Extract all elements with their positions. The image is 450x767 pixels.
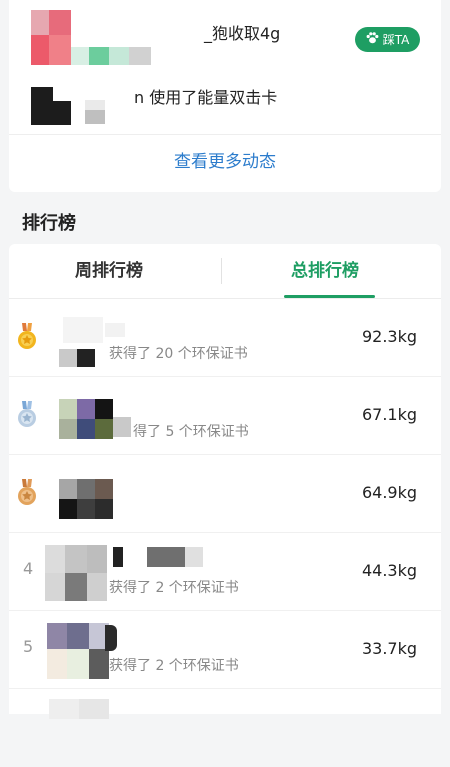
leaderboard-card: 周排行榜 总排行榜 获得了 20 个环保证书 92.3kg 得了 5 个环保证书… (9, 244, 441, 719)
user-name-redacted (105, 323, 125, 337)
silver-medal-icon (16, 401, 38, 429)
avatar (49, 469, 113, 519)
avatar (45, 545, 107, 601)
certificate-count: 获得了 20 个环保证书 (109, 346, 248, 362)
avatar[interactable] (31, 87, 71, 125)
divider (9, 134, 441, 135)
leaderboard-row[interactable] (9, 689, 441, 767)
rank-number: 5 (23, 637, 34, 656)
leaderboard-title: 排行榜 (22, 213, 76, 234)
leaderboard-row[interactable]: 获得了 20 个环保证书 92.3kg (9, 299, 441, 377)
leaderboard-row[interactable]: 64.9kg (9, 455, 441, 533)
view-more-activity-link[interactable]: 查看更多动态 (9, 147, 441, 172)
feed-item: n 使用了能量双击卡 (9, 70, 441, 134)
user-name-redacted (113, 547, 203, 567)
carbon-weight: 92.3kg (361, 327, 417, 346)
carbon-weight: 67.1kg (361, 405, 417, 424)
tab-total-ranking[interactable]: 总排行榜 (291, 256, 359, 281)
carbon-weight: 44.3kg (361, 561, 417, 580)
tab-divider (221, 258, 222, 284)
user-name-redacted (85, 100, 105, 124)
activity-feed-card: _狍收取4g 踩TA n 使用了能量双击卡 查看更多动态 (9, 0, 441, 192)
tab-weekly-ranking[interactable]: 周排行榜 (75, 256, 143, 281)
user-name-redacted (71, 47, 151, 65)
avatar (49, 391, 113, 441)
carbon-weight: 64.9kg (361, 483, 417, 502)
user-name-redacted (113, 417, 131, 437)
feed-item-text: _狍收取4g (204, 24, 281, 43)
feed-item: _狍收取4g 踩TA (9, 0, 441, 70)
stomp-ta-button[interactable]: 踩TA (355, 27, 420, 52)
certificate-count: 得了 5 个环保证书 (133, 424, 249, 440)
avatar[interactable] (31, 10, 71, 65)
avatar (49, 699, 109, 719)
gold-medal-icon (16, 323, 38, 351)
stomp-ta-label: 踩TA (382, 33, 410, 47)
rank-number: 4 (23, 559, 34, 578)
certificate-count: 获得了 2 个环保证书 (109, 580, 239, 596)
leaderboard-tabs: 周排行榜 总排行榜 (9, 244, 441, 298)
user-name-redacted (105, 625, 117, 651)
carbon-weight: 33.7kg (361, 639, 417, 658)
bronze-medal-icon (16, 479, 38, 507)
leaderboard-row[interactable]: 4 获得了 2 个环保证书 44.3kg (9, 533, 441, 611)
feed-item-text: n 使用了能量双击卡 (134, 88, 278, 107)
leaderboard-row[interactable]: 5 获得了 2 个环保证书 33.7kg (9, 611, 441, 689)
leaderboard-row[interactable]: 得了 5 个环保证书 67.1kg (9, 377, 441, 455)
avatar (47, 623, 109, 679)
paw-icon (366, 32, 379, 47)
avatar (49, 313, 105, 367)
certificate-count: 获得了 2 个环保证书 (109, 658, 239, 674)
